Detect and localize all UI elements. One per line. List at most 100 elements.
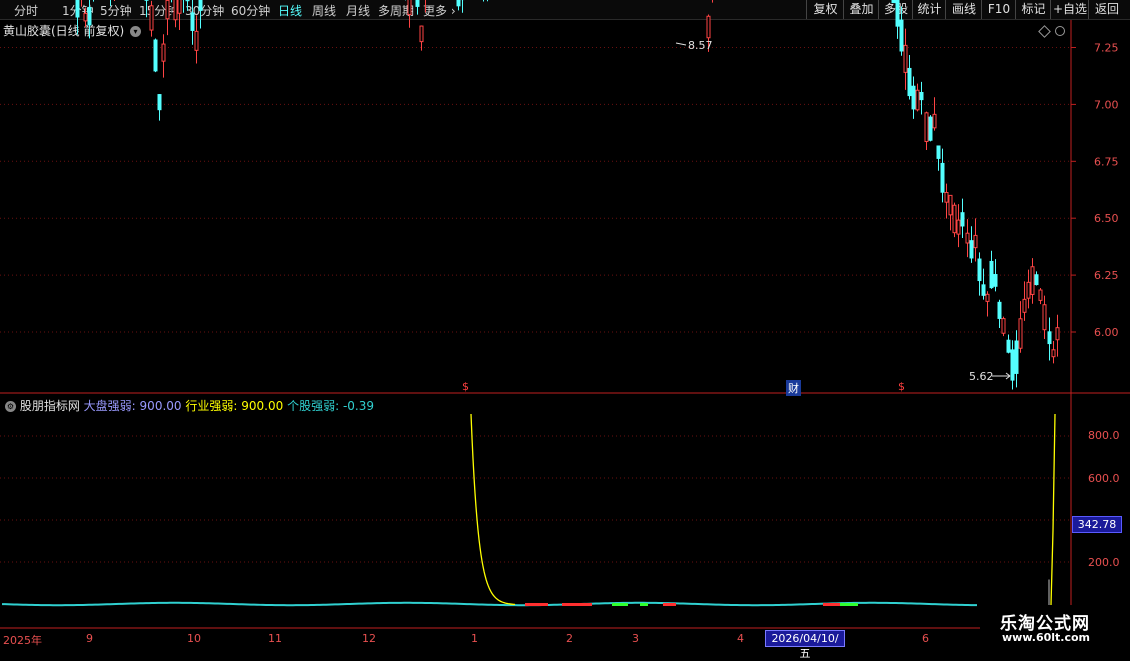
signal-stripe	[640, 603, 648, 606]
candle-body	[912, 86, 915, 109]
ind-tick-800: 800.0	[1088, 429, 1120, 442]
event-marker-dividend-2[interactable]: $	[898, 380, 905, 393]
gear-icon[interactable]: ⚙	[5, 401, 16, 412]
candle-body	[166, 0, 169, 18]
date-label: 12	[362, 632, 376, 645]
hangye-line	[471, 414, 515, 604]
candle-body	[974, 235, 977, 247]
candle-body	[199, 0, 202, 10]
dapan-label: 大盘强弱:	[84, 399, 136, 413]
candle-body	[916, 90, 919, 110]
candle-body	[420, 26, 423, 42]
candle-body	[961, 213, 964, 226]
hangye-value: 900.00	[241, 399, 283, 413]
price-tick: 6.75	[1094, 155, 1119, 168]
candle-body	[158, 95, 161, 110]
hangye-spike	[1051, 414, 1055, 605]
date-label: 1	[471, 632, 478, 645]
candle-body	[1035, 275, 1038, 285]
signal-stripe	[823, 603, 840, 606]
candle-body	[1043, 305, 1046, 330]
candle-body	[1019, 319, 1022, 348]
candle-body	[925, 113, 928, 142]
candle-body	[990, 261, 993, 287]
candle-body	[408, 0, 411, 14]
candle-body	[191, 13, 194, 31]
candle-body	[904, 45, 907, 72]
candle-body	[195, 31, 198, 50]
candle-body	[162, 44, 165, 61]
price-tick: 7.00	[1094, 98, 1119, 111]
date-label: 2025年	[3, 632, 42, 648]
indicator-name[interactable]: 股朋指标网	[20, 399, 80, 413]
candle-body	[84, 13, 87, 20]
candle-body	[1027, 282, 1030, 298]
candle-body	[1011, 350, 1014, 380]
date-label: 6	[922, 632, 929, 645]
signal-stripe	[525, 603, 548, 606]
price-tick: 7.25	[1094, 42, 1119, 55]
low-annotation: 5.62	[969, 370, 994, 383]
signal-stripe	[840, 603, 858, 606]
high-marker-line	[676, 43, 686, 45]
candle-body	[1031, 267, 1034, 295]
candle-body	[978, 259, 981, 281]
ind-tick-600: 600.0	[1088, 472, 1120, 485]
site-logo: 乐淘公式网 www.60lt.com	[980, 605, 1130, 650]
candle-body	[986, 294, 989, 301]
logo-url: www.60lt.com	[1002, 631, 1090, 644]
date-label: 2	[566, 632, 573, 645]
candle-body	[88, 7, 91, 25]
price-tick: 6.00	[1094, 326, 1119, 339]
candle-body	[945, 192, 948, 202]
candle-body	[908, 68, 911, 95]
candle-body	[457, 0, 460, 6]
candle-body	[970, 241, 973, 258]
indicator-title: ⚙ 股朋指标网 大盘强弱: 900.00 行业强弱: 900.00 个股强弱: …	[3, 397, 374, 414]
price-tick: 6.25	[1094, 269, 1119, 282]
candle-body	[937, 146, 940, 158]
candle-body	[1023, 299, 1026, 312]
candle-body	[892, 0, 895, 3]
candle-body	[896, 0, 899, 26]
signal-stripe	[663, 603, 676, 606]
date-label: 11	[268, 632, 282, 645]
candle-body	[957, 220, 960, 234]
candle-body	[920, 92, 923, 99]
signal-stripe	[612, 603, 628, 606]
candle-body	[1002, 319, 1005, 334]
candle-body	[1007, 340, 1010, 352]
ind-tick-200: 200.0	[1088, 556, 1120, 569]
price-tick: 6.50	[1094, 212, 1119, 225]
candle-body	[982, 285, 985, 295]
candle-body	[941, 163, 944, 192]
candle-body	[186, 0, 189, 1]
cursor-date-box: 2026/04/10/五	[765, 630, 845, 647]
candle-body	[994, 275, 997, 287]
candle-body	[178, 0, 181, 13]
candle-body	[998, 302, 1001, 318]
event-marker-dividend[interactable]: $	[462, 380, 469, 393]
candle-body	[1039, 290, 1042, 300]
candle-body	[953, 205, 956, 232]
date-label: 9	[86, 632, 93, 645]
candle-body	[949, 195, 952, 214]
current-value-box: 342.78	[1072, 516, 1122, 533]
candle-body	[929, 117, 932, 140]
candle-body	[150, 6, 153, 30]
candle-body	[174, 0, 177, 20]
event-marker-finance[interactable]: 财	[786, 380, 801, 396]
candle-body	[1048, 332, 1051, 344]
candle-body	[966, 233, 969, 243]
signal-stripe	[562, 603, 592, 606]
candle-body	[76, 0, 79, 17]
date-label: 3	[632, 632, 639, 645]
high-annotation: 8.57	[688, 39, 713, 52]
kline-chart[interactable]: 8.508.258.007.757.507.257.006.756.506.25…	[0, 0, 1130, 650]
date-label: 4	[737, 632, 744, 645]
gegu-label: 个股强弱:	[287, 399, 339, 413]
candle-body	[154, 40, 157, 71]
candle-body	[1056, 328, 1059, 340]
date-label: 10	[187, 632, 201, 645]
candle-body	[416, 0, 419, 6]
